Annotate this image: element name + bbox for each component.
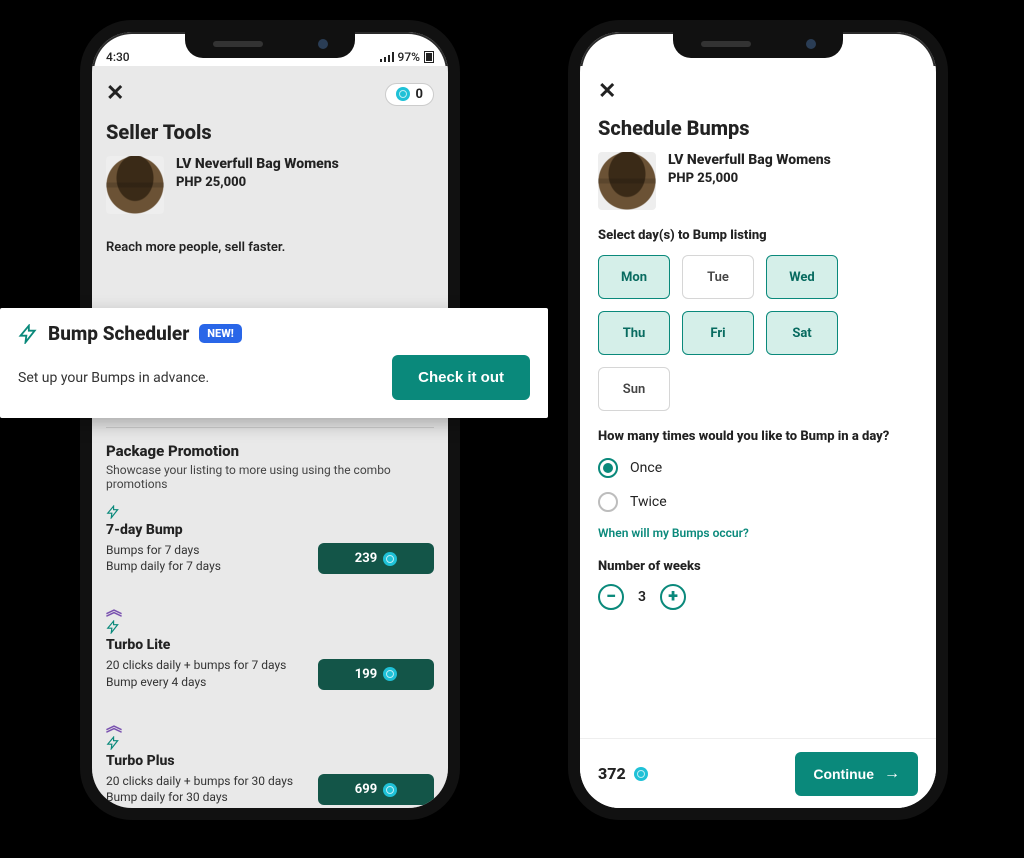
bolt-icon bbox=[18, 324, 38, 344]
day-wed[interactable]: Wed bbox=[766, 255, 838, 299]
package-section-subtitle: Showcase your listing to more using usin… bbox=[106, 463, 434, 491]
promo-line2: Bump every 4 days bbox=[106, 674, 286, 690]
day-thu[interactable]: Thu bbox=[598, 311, 670, 355]
promo-name: Turbo Plus bbox=[106, 753, 175, 769]
promo-line1: 20 clicks daily + bumps for 7 days bbox=[106, 657, 286, 673]
bottom-bar: 372 Continue → bbox=[580, 738, 936, 808]
coin-icon bbox=[383, 783, 397, 797]
phone-seller-tools: 4:30 97% ✕ 0 Seller Tools LV Neverfull B… bbox=[80, 20, 460, 820]
bolt-icon bbox=[106, 505, 120, 519]
promo-name: Turbo Lite bbox=[106, 637, 170, 653]
radio-once-label: Once bbox=[630, 460, 662, 476]
chevrons-up-icon: ︽ bbox=[106, 716, 122, 735]
promo-buy-button[interactable]: 199 bbox=[318, 659, 434, 690]
help-link[interactable]: When will my Bumps occur? bbox=[598, 526, 749, 540]
promo-item: ︽ Turbo Plus 20 clicks daily + bumps for… bbox=[106, 712, 434, 805]
bump-scheduler-callout: Bump Scheduler NEW! Set up your Bumps in… bbox=[0, 308, 548, 418]
coin-balance-pill[interactable]: 0 bbox=[385, 83, 434, 106]
day-sun[interactable]: Sun bbox=[598, 367, 670, 411]
total-cost: 372 bbox=[598, 764, 648, 783]
radio-twice[interactable] bbox=[598, 492, 618, 512]
radio-twice-label: Twice bbox=[630, 494, 667, 510]
new-badge: NEW! bbox=[199, 324, 242, 343]
days-label: Select day(s) to Bump listing bbox=[598, 228, 918, 243]
promo-item: 7-day Bump Bumps for 7 days Bump daily f… bbox=[106, 505, 434, 574]
phone-notch bbox=[673, 30, 843, 58]
coin-icon bbox=[383, 667, 397, 681]
product-summary: LV Neverfull Bag Womens PHP 25,000 bbox=[106, 156, 434, 214]
product-price: PHP 25,000 bbox=[176, 175, 339, 190]
product-name: LV Neverfull Bag Womens bbox=[668, 152, 831, 168]
day-picker: Mon Tue Wed Thu Fri Sat Sun bbox=[598, 255, 918, 411]
promo-line2: Bump daily for 30 days bbox=[106, 789, 293, 805]
product-thumbnail[interactable] bbox=[106, 156, 164, 214]
continue-label: Continue bbox=[813, 766, 874, 782]
page-title: Seller Tools bbox=[106, 120, 434, 144]
radio-once[interactable] bbox=[598, 458, 618, 478]
bolt-icon bbox=[106, 620, 120, 634]
continue-button[interactable]: Continue → bbox=[795, 752, 918, 796]
phone-notch bbox=[185, 30, 355, 58]
day-tue[interactable]: Tue bbox=[682, 255, 754, 299]
arrow-right-icon: → bbox=[884, 765, 900, 783]
product-price: PHP 25,000 bbox=[668, 171, 831, 186]
coin-icon bbox=[634, 767, 648, 781]
tagline: Reach more people, sell faster. bbox=[106, 240, 434, 255]
day-sat[interactable]: Sat bbox=[766, 311, 838, 355]
day-fri[interactable]: Fri bbox=[682, 311, 754, 355]
promo-buy-button[interactable]: 699 bbox=[318, 774, 434, 805]
bolt-icon bbox=[106, 736, 120, 750]
promo-price: 199 bbox=[355, 667, 377, 682]
product-name: LV Neverfull Bag Womens bbox=[176, 156, 339, 172]
promo-line2: Bump daily for 7 days bbox=[106, 558, 221, 574]
frequency-label: How many times would you like to Bump in… bbox=[598, 429, 918, 444]
page-title: Schedule Bumps bbox=[598, 116, 918, 140]
coin-icon bbox=[383, 552, 397, 566]
promo-buy-button[interactable]: 239 bbox=[318, 543, 434, 574]
status-time: 4:30 bbox=[106, 50, 130, 64]
battery-icon bbox=[424, 51, 434, 63]
coin-icon bbox=[396, 87, 410, 101]
weeks-label: Number of weeks bbox=[598, 559, 918, 574]
close-icon[interactable]: ✕ bbox=[598, 81, 616, 103]
promo-price: 699 bbox=[355, 782, 377, 797]
chevrons-up-icon: ︽ bbox=[106, 600, 122, 619]
promo-item: ︽ Turbo Lite 20 clicks daily + bumps for… bbox=[106, 596, 434, 689]
close-icon[interactable]: ✕ bbox=[106, 83, 124, 105]
promo-price: 239 bbox=[355, 551, 377, 566]
package-section-title: Package Promotion bbox=[106, 442, 434, 460]
signal-icon bbox=[380, 52, 394, 62]
promo-line1: Bumps for 7 days bbox=[106, 542, 221, 558]
status-battery: 97% bbox=[398, 50, 420, 64]
promo-name: 7-day Bump bbox=[106, 522, 183, 538]
product-thumbnail[interactable] bbox=[598, 152, 656, 210]
weeks-value: 3 bbox=[638, 589, 646, 605]
promo-line1: 20 clicks daily + bumps for 30 days bbox=[106, 773, 293, 789]
total-value: 372 bbox=[598, 764, 626, 783]
callout-subtitle: Set up your Bumps in advance. bbox=[18, 370, 209, 386]
weeks-stepper: − 3 + bbox=[598, 584, 918, 610]
weeks-decrement-button[interactable]: − bbox=[598, 584, 624, 610]
day-mon[interactable]: Mon bbox=[598, 255, 670, 299]
divider bbox=[106, 427, 434, 428]
callout-title: Bump Scheduler bbox=[48, 322, 189, 345]
weeks-increment-button[interactable]: + bbox=[660, 584, 686, 610]
phone-schedule-bumps: .. ✕ Schedule Bumps LV Neverfull Bag Wom… bbox=[568, 20, 948, 820]
coin-balance-value: 0 bbox=[416, 87, 423, 102]
product-summary: LV Neverfull Bag Womens PHP 25,000 bbox=[598, 152, 918, 210]
check-it-out-button[interactable]: Check it out bbox=[392, 355, 530, 400]
